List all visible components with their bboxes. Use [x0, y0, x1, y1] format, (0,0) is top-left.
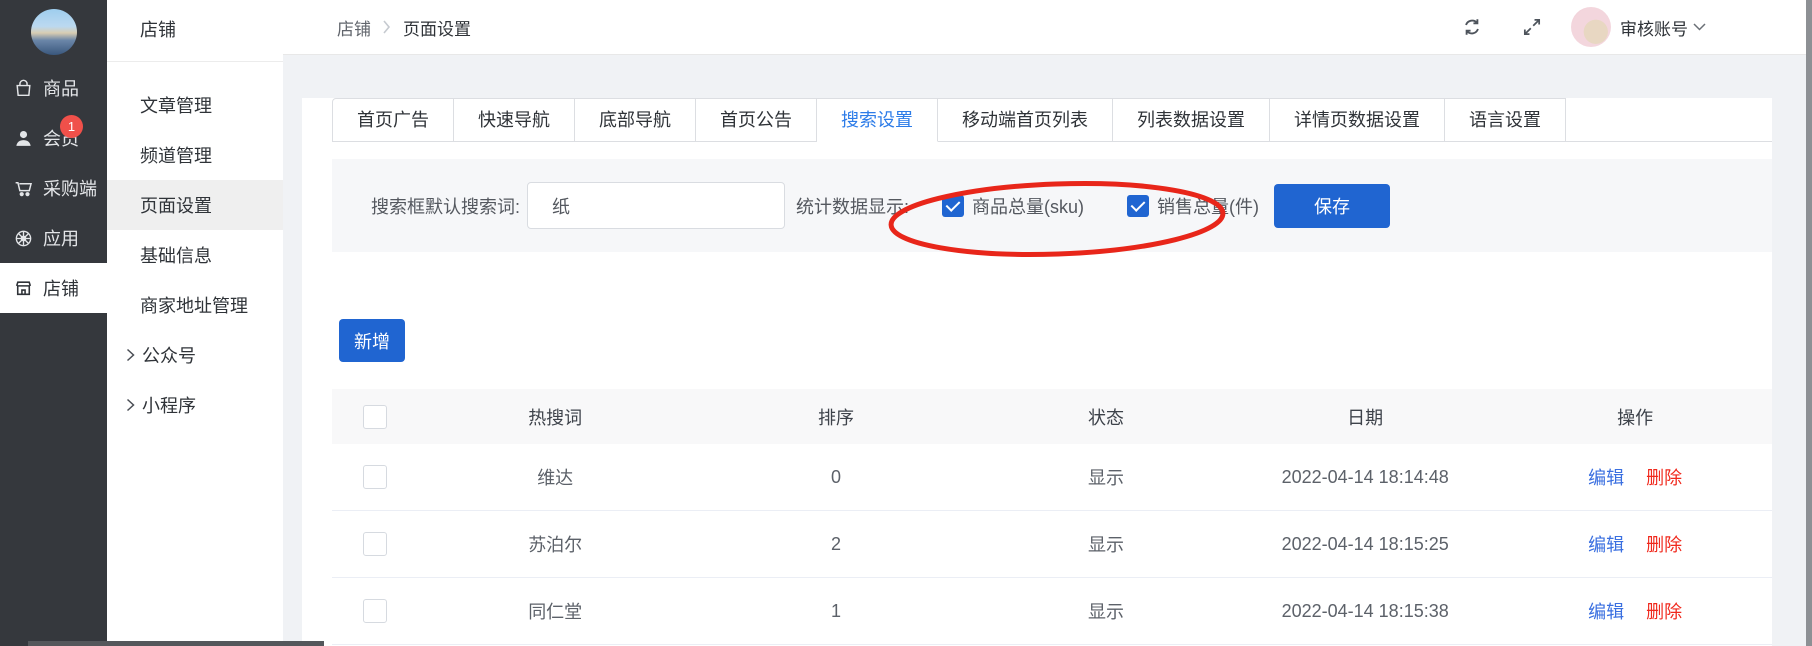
table-row: 同仁堂 1 显示 2022-04-14 18:15:38 编辑 删除: [332, 578, 1772, 645]
user-avatar[interactable]: [1571, 7, 1611, 47]
chevron-right-icon: [126, 348, 136, 362]
search-settings-panel: 搜索框默认搜索词: 统计数据显示: 商品总量(sku) 销售总量(件) 保存: [332, 159, 1772, 252]
default-search-word-input[interactable]: [527, 182, 785, 229]
page-background: 首页广告快速导航底部导航首页公告搜索设置移动端首页列表列表数据设置详情页数据设置…: [283, 55, 1812, 646]
menu-item-文章管理[interactable]: 文章管理: [107, 80, 283, 130]
edit-link[interactable]: 编辑: [1588, 464, 1624, 490]
menu-item-频道管理[interactable]: 频道管理: [107, 130, 283, 180]
sidebar-item-采购端[interactable]: 采购端: [0, 163, 107, 213]
sidebar-item-商品[interactable]: 商品: [0, 63, 107, 113]
workspace-avatar[interactable]: [31, 9, 77, 55]
row-checkbox-cell: [332, 532, 418, 556]
menu-item-页面设置[interactable]: 页面设置: [107, 180, 283, 230]
table-header-排序: 排序: [692, 404, 980, 430]
hot-words-table: 热搜词排序状态日期操作 维达 0 显示 2022-04-14 18:14:48 …: [332, 389, 1772, 645]
sidebar-item-会员[interactable]: 会员 1: [0, 113, 107, 163]
main-area: 店铺 页面设置 审核账号: [283, 0, 1812, 646]
stats-checkbox-item[interactable]: 商品总量(sku): [942, 193, 1084, 219]
select-all-checkbox[interactable]: [363, 405, 387, 429]
fullscreen-icon[interactable]: [1521, 16, 1543, 38]
breadcrumb-item-shop[interactable]: 店铺: [337, 15, 371, 40]
primary-sidebar: 商品 会员 1 采购端 应用 店铺: [0, 0, 107, 646]
tab-搜索设置[interactable]: 搜索设置: [817, 98, 938, 142]
row-checkbox[interactable]: [363, 599, 387, 623]
menu-item-商家地址管理[interactable]: 商家地址管理: [107, 280, 283, 330]
chevron-down-icon: [1693, 23, 1706, 31]
add-button[interactable]: 新增: [339, 319, 405, 362]
stats-display-label: 统计数据显示:: [796, 193, 909, 219]
shop-icon: [12, 277, 34, 299]
edit-link[interactable]: 编辑: [1588, 598, 1624, 624]
user-menu[interactable]: 审核账号: [1620, 15, 1706, 40]
select-all-cell: [332, 405, 418, 429]
breadcrumb-separator-icon: [383, 20, 391, 34]
sidebar-section-title: 店铺: [107, 0, 283, 62]
table-header-操作: 操作: [1498, 404, 1772, 430]
content-card: 首页广告快速导航底部导航首页公告搜索设置移动端首页列表列表数据设置详情页数据设置…: [302, 98, 1772, 646]
row-actions-cell: 编辑 删除: [1498, 598, 1772, 624]
table-header-状态: 状态: [980, 404, 1232, 430]
tab-移动端首页列表[interactable]: 移动端首页列表: [938, 98, 1113, 142]
table-row: 维达 0 显示 2022-04-14 18:14:48 编辑 删除: [332, 444, 1772, 511]
tab-列表数据设置[interactable]: 列表数据设置: [1113, 98, 1270, 142]
row-actions-cell: 编辑 删除: [1498, 531, 1772, 557]
table-row: 苏泊尔 2 显示 2022-04-14 18:15:25 编辑 删除: [332, 511, 1772, 578]
row-checkbox-cell: [332, 599, 418, 623]
primary-sidebar-menu: 商品 会员 1 采购端 应用 店铺: [0, 63, 107, 313]
delete-link[interactable]: 删除: [1646, 598, 1682, 624]
cart-icon: [12, 177, 34, 199]
delete-link[interactable]: 删除: [1646, 531, 1682, 557]
topbar: 店铺 页面设置 审核账号: [283, 0, 1812, 55]
horizontal-scrollbar-thumb[interactable]: [28, 641, 324, 646]
notification-badge: 1: [60, 115, 83, 138]
user-name-label: 审核账号: [1620, 15, 1688, 40]
wheel-icon: [12, 227, 34, 249]
tabs-bar: 首页广告快速导航底部导航首页公告搜索设置移动端首页列表列表数据设置详情页数据设置…: [332, 98, 1772, 142]
user-icon: [12, 127, 34, 149]
menu-item-公众号[interactable]: 公众号: [107, 330, 283, 380]
row-checkbox-cell: [332, 465, 418, 489]
checkbox-checked-icon[interactable]: [1127, 195, 1149, 217]
refresh-icon[interactable]: [1461, 16, 1483, 38]
breadcrumb-item-page-settings: 页面设置: [403, 15, 471, 40]
row-actions-cell: 编辑 删除: [1498, 464, 1772, 490]
secondary-sidebar: 店铺 文章管理 频道管理 页面设置 基础信息 商家地址管理 公众号 小程序: [107, 0, 283, 646]
table-body: 维达 0 显示 2022-04-14 18:14:48 编辑 删除 苏泊尔 2 …: [332, 444, 1772, 645]
tab-底部导航[interactable]: 底部导航: [575, 98, 696, 142]
checkbox-checked-icon[interactable]: [942, 195, 964, 217]
menu-item-小程序[interactable]: 小程序: [107, 380, 283, 430]
admin-app: 商品 会员 1 采购端 应用 店铺 店铺 文章管理 频道管理 页面设置 基础信息…: [0, 0, 1812, 646]
row-checkbox[interactable]: [363, 532, 387, 556]
table-header-热搜词: 热搜词: [418, 404, 692, 430]
sidebar-item-店铺[interactable]: 店铺: [0, 263, 107, 313]
table-header-row: 热搜词排序状态日期操作: [332, 389, 1772, 444]
stats-checkbox-group: 商品总量(sku) 销售总量(件): [909, 193, 1259, 219]
secondary-sidebar-menu: 文章管理 频道管理 页面设置 基础信息 商家地址管理 公众号 小程序: [107, 62, 283, 430]
edit-link[interactable]: 编辑: [1588, 531, 1624, 557]
tab-语言设置[interactable]: 语言设置: [1445, 98, 1566, 142]
save-button[interactable]: 保存: [1274, 184, 1390, 228]
vertical-scrollbar[interactable]: [1806, 0, 1812, 646]
sidebar-item-应用[interactable]: 应用: [0, 213, 107, 263]
chevron-right-icon: [126, 398, 136, 412]
tab-详情页数据设置[interactable]: 详情页数据设置: [1270, 98, 1445, 142]
row-checkbox[interactable]: [363, 465, 387, 489]
delete-link[interactable]: 删除: [1646, 464, 1682, 490]
table-header-日期: 日期: [1232, 404, 1498, 430]
bag-icon: [12, 77, 34, 99]
tab-快速导航[interactable]: 快速导航: [454, 98, 575, 142]
menu-item-基础信息[interactable]: 基础信息: [107, 230, 283, 280]
stats-checkbox-item[interactable]: 销售总量(件): [1127, 193, 1259, 219]
default-search-word-label: 搜索框默认搜索词:: [371, 193, 520, 219]
tab-首页公告[interactable]: 首页公告: [696, 98, 817, 142]
tab-首页广告[interactable]: 首页广告: [332, 98, 454, 142]
